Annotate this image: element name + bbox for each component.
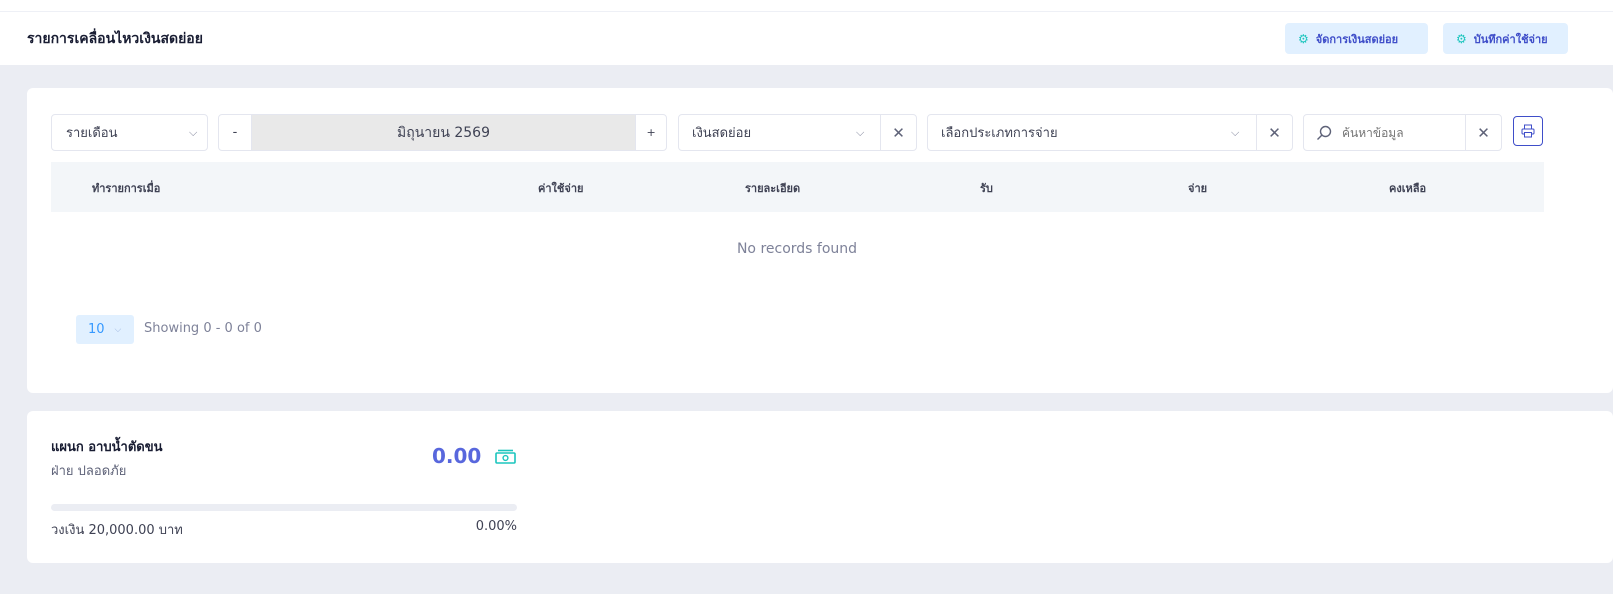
page-title: รายการเคลื่อนไหวเงินสดย่อย <box>27 31 203 47</box>
gear-icon: ⚙ <box>1298 31 1309 46</box>
page-size-value: 10 <box>88 322 105 337</box>
search-field <box>1303 114 1466 151</box>
minus-label: - <box>232 125 238 140</box>
fund-select[interactable]: เงินสดย่อย ⌵ <box>678 114 881 151</box>
month-value: มิถุนายน 2569 <box>397 124 490 141</box>
expense-type-select[interactable]: เลือกประเภทการจ่าย ⌵ <box>927 114 1257 151</box>
chevron-down-icon: ⌵ <box>1231 125 1240 139</box>
fund-value: เงินสดย่อย <box>692 126 752 141</box>
empty-state-text: No records found <box>736 241 858 257</box>
print-button[interactable] <box>1513 116 1543 146</box>
month-display: มิถุนายน 2569 <box>251 115 636 150</box>
plus-label: + <box>646 126 656 139</box>
budget-progress-bar <box>51 504 517 511</box>
table-header: ทำรายการเมื่อ ค่าใช้จ่าย รายละเอียด รับ … <box>51 162 1544 212</box>
manage-petty-cash-label: จัดการเงินสดย่อย <box>1315 32 1399 46</box>
column-header-date[interactable]: ทำรายการเมื่อ <box>92 179 160 197</box>
balance-amount: 0.00 <box>432 444 482 468</box>
page-size-select[interactable]: 10 ⌵ <box>76 315 134 344</box>
close-icon: ✕ <box>892 123 905 142</box>
budget-limit: วงเงิน 20,000.00 บาท <box>51 523 183 538</box>
period-value: รายเดือน <box>66 126 118 141</box>
subheader: รายการเคลื่อนไหวเงินสดย่อย ⚙ จัดการเงินส… <box>0 12 1613 65</box>
record-expense-label: บันทึกค่าใช้จ่าย <box>1473 32 1548 46</box>
record-expense-button[interactable]: ⚙ บันทึกค่าใช้จ่าย <box>1443 23 1568 54</box>
column-header-expense[interactable]: ค่าใช้จ่าย <box>538 179 583 197</box>
department-name: แผนก อาบน้ำตัดขน <box>51 440 163 455</box>
printer-icon <box>1521 124 1535 138</box>
money-icon <box>495 449 516 464</box>
close-icon: ✕ <box>1477 123 1490 142</box>
column-header-details[interactable]: รายละเอียด <box>745 179 800 197</box>
gear-icon: ⚙ <box>1456 31 1467 46</box>
chevron-down-icon: ⌵ <box>114 324 122 335</box>
budget-used-percent: 0.00% <box>475 519 517 534</box>
search-icon <box>1317 125 1332 140</box>
column-header-balance[interactable]: คงเหลือ <box>1389 179 1426 197</box>
month-stepper: - มิถุนายน 2569 + <box>218 114 667 151</box>
close-icon: ✕ <box>1268 123 1281 142</box>
search-input[interactable] <box>1340 124 1459 141</box>
top-strip <box>0 0 1613 12</box>
previous-month-button[interactable]: - <box>219 115 252 150</box>
chevron-down-icon: ⌵ <box>189 125 198 139</box>
clear-expense-type-button[interactable]: ✕ <box>1256 114 1293 151</box>
manage-petty-cash-button[interactable]: ⚙ จัดการเงินสดย่อย <box>1285 23 1428 54</box>
clear-search-button[interactable]: ✕ <box>1465 114 1502 151</box>
clear-fund-button[interactable]: ✕ <box>880 114 917 151</box>
column-header-paid[interactable]: จ่าย <box>1188 179 1207 197</box>
budget-summary-card: แผนก อาบน้ำตัดขน ฝ่าย ปลอดภัย 0.00 วงเงิ… <box>27 411 1613 563</box>
division-name: ฝ่าย ปลอดภัย <box>51 464 127 479</box>
column-header-received[interactable]: รับ <box>980 179 993 197</box>
expense-type-value: เลือกประเภทการจ่าย <box>941 126 1058 141</box>
period-select[interactable]: รายเดือน ⌵ <box>51 114 208 151</box>
transactions-card: รายเดือน ⌵ - มิถุนายน 2569 + เงินสดย่อย … <box>27 88 1613 393</box>
next-month-button[interactable]: + <box>635 115 666 150</box>
pagination-info: Showing 0 - 0 of 0 <box>144 321 262 336</box>
chevron-down-icon: ⌵ <box>856 125 865 139</box>
